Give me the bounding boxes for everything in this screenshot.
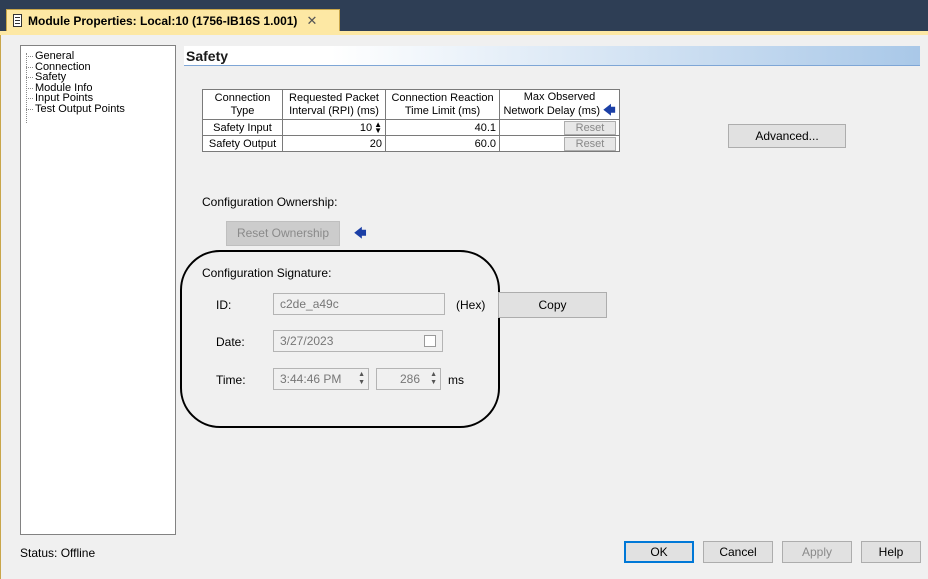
- time-spinner-icon[interactable]: ▲ ▼: [358, 371, 365, 387]
- ms-spinner-icon[interactable]: ▲ ▼: [430, 371, 437, 387]
- calendar-icon[interactable]: [424, 335, 436, 347]
- advanced-button[interactable]: Advanced...: [728, 124, 846, 148]
- table-row: Safety Output 20 60.0 Reset: [202, 135, 620, 152]
- table-row: Safety Input 10 ▲ ▼ 40.1 Reset: [202, 119, 620, 136]
- reaction-time-cell: 60.0: [385, 135, 500, 152]
- rpi-input[interactable]: 10 ▲ ▼: [282, 119, 386, 136]
- column-header-network-delay: Max Observed Network Delay (ms) 🡄: [499, 89, 620, 120]
- rpi-value: 20: [282, 135, 386, 152]
- section-header-bar: [184, 46, 920, 66]
- column-header-connection-type: Connection Type: [202, 89, 283, 120]
- reset-ownership-button[interactable]: Reset Ownership: [226, 221, 340, 246]
- left-arrow-icon: 🡄: [603, 103, 616, 117]
- time-label: Time:: [216, 373, 246, 387]
- signature-ms-field[interactable]: 286 ▲ ▼: [376, 368, 441, 390]
- signature-date-field[interactable]: 3/27/2023: [273, 330, 443, 352]
- category-tree: General Connection Safety Module Info In…: [20, 45, 176, 535]
- reaction-time-cell: 40.1: [385, 119, 500, 136]
- status-text: Status: Offline: [20, 546, 96, 560]
- signature-id-field[interactable]: c2de_a49c: [273, 293, 445, 315]
- tree-item-safety[interactable]: Safety: [23, 72, 175, 83]
- spinner-icon[interactable]: ▲ ▼: [374, 120, 382, 134]
- network-delay-cell: Reset: [499, 119, 620, 136]
- reset-delay-button[interactable]: Reset: [564, 120, 616, 135]
- module-properties-tab[interactable]: Module Properties: Local:10 (1756-IB16S …: [6, 9, 340, 31]
- copy-button[interactable]: Copy: [498, 292, 607, 318]
- network-delay-cell: Reset: [499, 135, 620, 152]
- signature-time-field[interactable]: 3:44:46 PM ▲ ▼: [273, 368, 369, 390]
- column-header-reaction-time: Connection Reaction Time Limit (ms): [385, 89, 500, 120]
- close-icon[interactable]: ✕: [306, 13, 317, 29]
- connection-type-cell: Safety Output: [202, 135, 283, 152]
- section-title: Safety: [186, 48, 229, 64]
- tree-item-input-points[interactable]: Input Points: [23, 93, 175, 104]
- document-icon: [13, 14, 22, 27]
- apply-button[interactable]: Apply: [782, 541, 852, 563]
- ownership-label: Configuration Ownership:: [202, 195, 338, 209]
- tree-item-test-output-points[interactable]: Test Output Points: [23, 103, 175, 115]
- column-header-rpi: Requested Packet Interval (RPI) (ms): [282, 89, 386, 120]
- tree-item-general[interactable]: General: [23, 51, 175, 62]
- ok-button[interactable]: OK: [624, 541, 694, 563]
- help-button[interactable]: Help: [861, 541, 921, 563]
- hex-label: (Hex): [456, 298, 486, 312]
- cancel-button[interactable]: Cancel: [703, 541, 773, 563]
- id-label: ID:: [216, 298, 232, 312]
- connection-type-cell: Safety Input: [202, 119, 283, 136]
- signature-label: Configuration Signature:: [202, 266, 332, 280]
- ms-label: ms: [448, 373, 464, 387]
- date-label: Date:: [216, 335, 245, 349]
- table-header-row: Connection Type Requested Packet Interva…: [202, 89, 620, 120]
- connection-table: Connection Type Requested Packet Interva…: [202, 89, 620, 152]
- tab-title: Module Properties: Local:10 (1756-IB16S …: [28, 13, 298, 28]
- left-arrow-icon: 🡄: [354, 226, 367, 240]
- reset-delay-button[interactable]: Reset: [564, 136, 616, 151]
